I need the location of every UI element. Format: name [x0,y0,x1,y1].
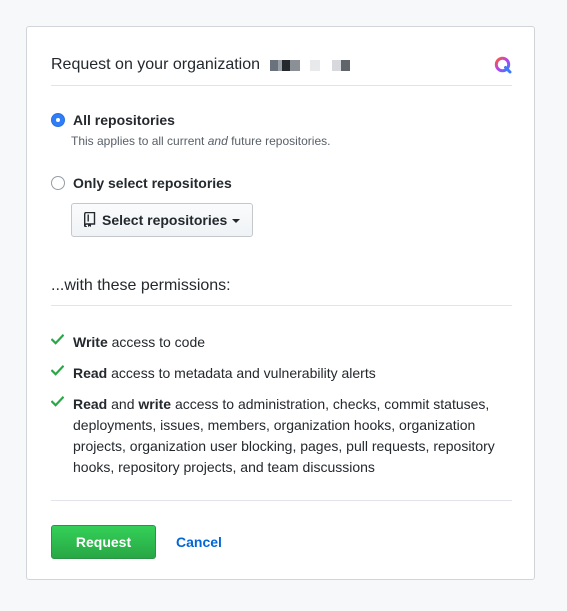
check-icon [51,334,64,345]
radio-all-repositories-label: All repositories [73,112,175,128]
check-icon [51,396,64,407]
check-icon [51,365,64,376]
permission-text: Write access to code [73,334,206,350]
select-repositories-button[interactable]: Select repositories [71,203,253,237]
radio-all-repositories-control[interactable] [51,113,65,127]
permission-request-dialog: Request on your organization All reposit… [26,26,535,580]
repo-icon [84,212,96,227]
footer-divider [51,500,512,501]
radio-all-repositories-note: This applies to all current and future r… [71,134,331,148]
permission-text: Read and write access to administration,… [73,396,495,475]
radio-select-repositories-label: Only select repositories [73,175,232,191]
cancel-link[interactable]: Cancel [176,533,222,551]
permission-text: Read access to metadata and vulnerabilit… [73,365,376,381]
radio-select-repositories-control[interactable] [51,176,65,190]
org-name-redacted [270,60,352,71]
caret-down-icon [232,219,240,223]
app-logo-icon [494,56,512,74]
select-repositories-label: Select repositories [102,212,228,228]
permissions-heading: ...with these permissions: [51,276,512,306]
dialog-title: Request on your organization [51,56,261,73]
dialog-header: Request on your organization [51,55,512,86]
request-button[interactable]: Request [51,525,156,559]
